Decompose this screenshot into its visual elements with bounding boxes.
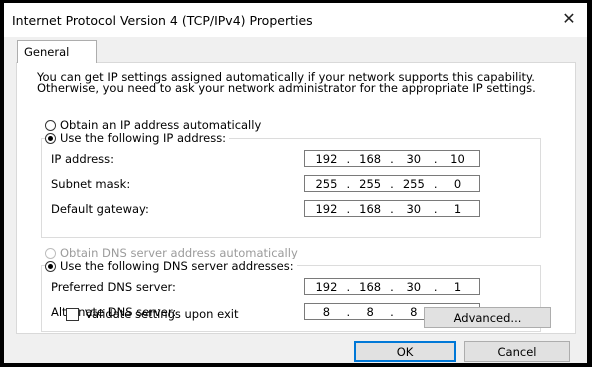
radio-disabled-icon — [45, 247, 56, 259]
octet: 255 — [402, 176, 425, 191]
use-following-ip-radio[interactable]: Use the following IP address: — [45, 131, 230, 145]
octet-separator: . — [390, 151, 394, 166]
default-gateway-label: Default gateway: — [51, 202, 149, 216]
tab-general[interactable]: General — [17, 40, 97, 63]
octet-separator: . — [433, 151, 438, 166]
default-gateway-input[interactable]: 192. 168. 30. 1 — [304, 200, 480, 217]
advanced-button[interactable]: Advanced... — [424, 307, 551, 328]
octet-separator: . — [346, 151, 351, 166]
octet-separator: . — [346, 279, 351, 294]
octet-separator: . — [390, 304, 394, 319]
radio-unchecked-icon — [45, 119, 56, 131]
obtain-ip-auto-radio[interactable]: Obtain an IP address automatically — [45, 118, 261, 132]
use-following-dns-label: Use the following DNS server addresses: — [60, 259, 294, 273]
octet: 30 — [406, 201, 422, 216]
radio-checked-icon — [45, 132, 56, 144]
radio-checked-icon — [45, 260, 56, 272]
title-bar: Internet Protocol Version 4 (TCP/IPv4) P… — [4, 3, 587, 37]
octet: 8 — [322, 304, 331, 319]
validate-settings-label: Validate settings upon exit — [85, 307, 239, 321]
description-text: You can get IP settings assigned automat… — [37, 70, 536, 95]
octet: 1 — [453, 201, 462, 216]
checkbox-unchecked-icon — [66, 307, 79, 321]
octet-separator: . — [433, 279, 438, 294]
ip-address-label: IP address: — [51, 152, 115, 166]
octet: 192 — [315, 279, 338, 294]
octet: 255 — [315, 176, 338, 191]
octet-separator: . — [390, 279, 394, 294]
octet-separator: . — [346, 304, 351, 319]
ipv4-properties-dialog: Internet Protocol Version 4 (TCP/IPv4) P… — [4, 3, 587, 363]
octet: 168 — [359, 151, 382, 166]
obtain-ip-auto-label: Obtain an IP address automatically — [60, 118, 262, 132]
general-panel: You can get IP settings assigned automat… — [16, 62, 576, 334]
octet: 30 — [406, 151, 422, 166]
subnet-mask-label: Subnet mask: — [51, 177, 131, 191]
octet: 192 — [315, 151, 338, 166]
octet: 30 — [406, 279, 422, 294]
ok-button[interactable]: OK — [354, 341, 456, 362]
cancel-button[interactable]: Cancel — [464, 341, 570, 362]
octet: 168 — [359, 279, 382, 294]
octet-separator: . — [346, 176, 351, 191]
dialog-title: Internet Protocol Version 4 (TCP/IPv4) P… — [12, 13, 313, 28]
obtain-dns-auto-label: Obtain DNS server address automatically — [60, 246, 298, 260]
octet: 255 — [359, 176, 382, 191]
octet-separator: . — [433, 201, 438, 216]
ip-address-input[interactable]: 192. 168. 30. 10 — [304, 150, 480, 167]
octet: 8 — [366, 304, 374, 319]
dialog-client-area: General You can get IP settings assigned… — [4, 37, 587, 363]
octet-separator: . — [390, 176, 394, 191]
validate-settings-checkbox[interactable]: Validate settings upon exit — [66, 307, 238, 321]
close-icon[interactable]: ✕ — [555, 6, 583, 32]
octet: 168 — [359, 201, 382, 216]
obtain-dns-auto-radio[interactable]: Obtain DNS server address automatically — [45, 246, 298, 260]
octet: 0 — [453, 176, 462, 191]
octet: 192 — [315, 201, 338, 216]
use-following-dns-radio[interactable]: Use the following DNS server addresses: — [45, 259, 297, 273]
preferred-dns-input[interactable]: 192. 168. 30. 1 — [304, 278, 480, 295]
use-following-ip-label: Use the following IP address: — [60, 131, 227, 145]
octet-separator: . — [346, 201, 351, 216]
octet: 10 — [450, 151, 465, 166]
octet-separator: . — [433, 176, 438, 191]
subnet-mask-input[interactable]: 255. 255. 255. 0 — [304, 175, 480, 192]
octet: 1 — [453, 279, 462, 294]
octet-separator: . — [390, 201, 394, 216]
preferred-dns-label: Preferred DNS server: — [51, 280, 176, 294]
